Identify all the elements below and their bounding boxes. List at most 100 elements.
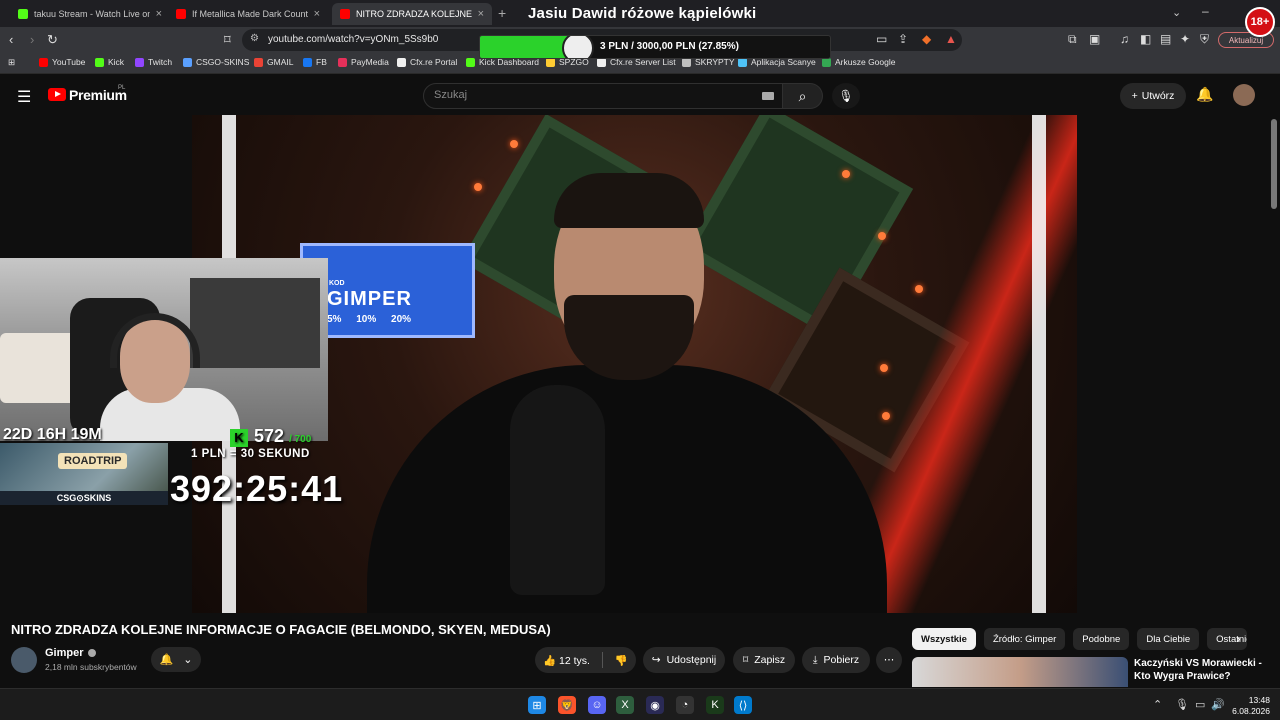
recommended-video-title[interactable]: Kaczyński VS Morawiecki - Kto Wygra Praw… (1134, 657, 1274, 683)
obs-icon[interactable]: ◉ (646, 696, 664, 714)
channel-avatar[interactable] (11, 647, 37, 673)
search-button[interactable]: ⌕ (783, 83, 823, 109)
leo-ai-icon[interactable]: ✦ (1180, 32, 1190, 46)
create-button[interactable]: + Utwórz (1120, 83, 1186, 109)
kick-logo-icon: K (230, 429, 248, 447)
extensions-icon[interactable]: ⧉ (1068, 32, 1077, 47)
chip-recent[interactable]: Ostatnio (1207, 628, 1248, 650)
scrollbar-thumb[interactable] (1271, 119, 1277, 209)
bookmark-item[interactable]: Kick (95, 57, 124, 67)
subscription-notifications-button[interactable]: 🔔 ⌄ (151, 647, 201, 672)
browser-tab-active[interactable]: NITRO ZDRADZA KOLEJNE IN × (332, 3, 492, 25)
bookmark-item[interactable]: CSGO-SKINS (183, 57, 249, 67)
chip-source[interactable]: Źródło: Gimper (983, 628, 1066, 650)
account-avatar[interactable] (1233, 84, 1255, 106)
bookmark-item[interactable]: YouTube (39, 57, 85, 67)
chip-for-you[interactable]: Dla Ciebie (1137, 628, 1200, 650)
keyboard-icon[interactable] (762, 92, 774, 100)
brave-rewards-icon[interactable]: ▲ (945, 32, 957, 46)
vscode-icon[interactable]: ⟨⟩ (734, 696, 752, 714)
bookmark-item[interactable]: Cfx.re Portal (397, 57, 457, 67)
youtube-favicon-icon (340, 9, 350, 19)
recommended-video-thumbnail[interactable] (912, 657, 1128, 687)
apps-grid-icon[interactable]: ⊞ (8, 57, 15, 68)
sidebar-icon[interactable]: ◧ (1140, 32, 1151, 46)
more-actions-button[interactable]: ⋯ (876, 647, 902, 673)
monkey-mascot-icon (562, 36, 594, 58)
bookmark-item[interactable]: Twitch (135, 57, 172, 67)
like-divider (601, 652, 603, 668)
wallet-icon[interactable]: ▤ (1160, 32, 1171, 46)
close-tab-icon[interactable]: × (156, 8, 162, 20)
volume-icon[interactable]: 🔊 (1211, 698, 1225, 711)
brave-shield-icon[interactable]: ◆ (922, 32, 931, 46)
bookmark-item[interactable]: Arkusze Google (822, 57, 895, 67)
save-button[interactable]: ⌑ Zapisz (733, 647, 795, 673)
cast-icon[interactable]: ▭ (876, 32, 887, 46)
brave-browser-icon[interactable]: 🦁 (558, 696, 576, 714)
youtube-header: ☰ Premium PL ⌕ 🎙 + Utwórz 🔔 (0, 75, 1280, 115)
chip-all[interactable]: Wszystkie (912, 628, 976, 650)
microphone-tray-icon[interactable]: 🎙 (1175, 698, 1189, 711)
dislike-button[interactable]: 👎 (615, 654, 628, 667)
subscriber-count: 2,18 mln subskrybentów (45, 662, 137, 672)
screenshot-icon[interactable]: ▣ (1089, 32, 1100, 46)
system-clock[interactable]: 13:48 6.08.2026 (1226, 695, 1270, 717)
discord-icon[interactable]: ☺ (588, 696, 606, 714)
forward-arrow-icon[interactable]: › (30, 32, 34, 47)
youtube-favicon-icon (176, 9, 186, 19)
reload-icon[interactable]: ↻ (47, 32, 58, 48)
donation-goal-label: 3 PLN / 3000,00 PLN (27.85%) (600, 41, 739, 52)
close-tab-icon[interactable]: × (478, 8, 484, 20)
video-title: NITRO ZDRADZA KOLEJNE INFORMACJE O FAGAC… (11, 622, 551, 637)
notifications-bell-icon[interactable]: 🔔 (1196, 86, 1213, 103)
share-button[interactable]: ↪ Udostępnij (643, 647, 725, 673)
channel-name-link[interactable]: Gimper (45, 647, 96, 659)
minimize-window-icon[interactable]: – (1202, 4, 1209, 18)
chips-next-chevron-icon[interactable]: › (1236, 631, 1240, 646)
menu-icon[interactable]: ☰ (17, 87, 31, 107)
facecam-shelf (190, 278, 320, 368)
bookmark-icon[interactable]: ⌑ (224, 32, 231, 48)
bookmark-item[interactable]: PayMedia (338, 57, 389, 67)
youtube-logo-icon[interactable] (48, 88, 66, 101)
search-input[interactable] (434, 89, 754, 101)
bell-icon: 🔔 (159, 654, 174, 666)
voice-search-button[interactable]: 🎙 (832, 83, 860, 109)
download-icon: ⤓ (812, 653, 818, 666)
bookmark-label: Twitch (148, 57, 173, 67)
close-tab-icon[interactable]: × (314, 8, 320, 20)
back-arrow-icon[interactable]: ‹ (9, 32, 13, 47)
new-tab-button[interactable]: + (498, 5, 506, 21)
paymedia-icon (338, 57, 347, 67)
url-text: youtube.com/watch?v=yONm_5Ss9b0 (268, 34, 439, 45)
download-button[interactable]: ⤓ Pobierz (802, 647, 870, 673)
kick-app-icon[interactable]: K (706, 696, 724, 714)
like-button[interactable]: 👍 12 tys. (543, 654, 590, 667)
share-icon[interactable]: ⇪ (898, 32, 908, 46)
tab-search-chevron-icon[interactable]: ⌄ (1172, 6, 1181, 19)
kick-sub-counter: K 572 / 700 (230, 426, 311, 447)
chip-related[interactable]: Podobne (1073, 628, 1130, 650)
page-scrollbar[interactable] (1270, 115, 1278, 688)
excel-icon[interactable]: X (616, 696, 634, 714)
thumbs-up-icon: 👍 (542, 654, 557, 667)
promo-percentages: 5% 10% 20% (327, 314, 412, 325)
site-info-icon[interactable]: ⚙ (250, 33, 259, 44)
app-icon[interactable]: ◔ (676, 696, 694, 714)
tray-chevron-icon[interactable]: ⌃ (1153, 698, 1162, 711)
bookmark-item[interactable]: FB (303, 57, 327, 67)
browser-tab[interactable]: takuu Stream - Watch Live on Kick × (10, 3, 170, 25)
media-icon[interactable]: ♫ (1120, 32, 1129, 46)
vpn-icon[interactable]: ⛨ (1200, 32, 1209, 47)
donation-rate-text: 1 PLN = 30 SEKUND (191, 448, 310, 460)
bookmark-item[interactable]: GMAIL (254, 57, 293, 67)
bookmark-label: Kick (108, 57, 125, 67)
browser-tab[interactable]: If Metallica Made Dark Country (Sec × (168, 3, 328, 25)
streamer-facecam (0, 258, 328, 441)
windows-start-icon[interactable]: ⊞ (528, 696, 546, 714)
recommendation-chips: Wszystkie Źródło: Gimper Podobne Dla Cie… (912, 628, 1248, 650)
marquee-bulb (878, 232, 886, 240)
search-icon: ⌕ (798, 87, 807, 104)
network-icon[interactable]: ▭ (1195, 698, 1205, 711)
